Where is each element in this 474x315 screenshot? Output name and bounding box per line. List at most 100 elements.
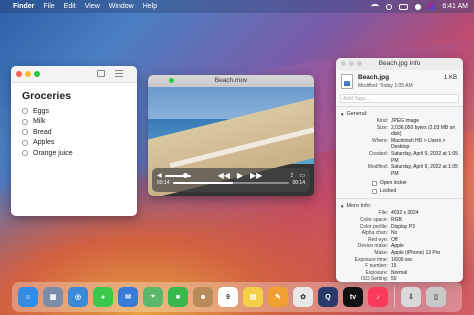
control-center-icon[interactable] — [399, 3, 409, 10]
checkbox[interactable] — [22, 108, 28, 115]
notes-toolbar — [11, 66, 137, 83]
close-button[interactable] — [341, 61, 346, 66]
fast-forward-icon[interactable]: ▶▶ — [250, 171, 262, 180]
dock-tv-icon[interactable]: tv — [343, 287, 363, 307]
minimize-button[interactable] — [349, 61, 354, 66]
item-label: Bread — [33, 128, 52, 136]
checkbox[interactable] — [372, 180, 377, 186]
checkbox[interactable] — [22, 150, 28, 157]
maximize-button[interactable] — [34, 71, 40, 77]
menu-finder[interactable]: Finder — [13, 3, 34, 10]
more-info-value: RGB — [391, 216, 402, 223]
general-info-value: disk) — [391, 131, 402, 138]
dock-quicktime-icon[interactable]: Q — [318, 287, 338, 307]
user-icon[interactable] — [415, 3, 422, 10]
seek-fill — [172, 182, 234, 184]
more-info-key: Make: — [374, 249, 388, 256]
wifi-icon[interactable] — [371, 4, 380, 9]
list-view-icon[interactable] — [115, 70, 123, 77]
close-button[interactable] — [153, 78, 158, 83]
menu-help[interactable]: Help — [143, 3, 157, 10]
item-label: Milk — [33, 118, 46, 126]
dock-trash-icon[interactable]: ▯ — [426, 287, 446, 307]
dock-maps-icon[interactable]: ⌖ — [143, 287, 163, 307]
checklist: Eggs Milk Bread Apples Orange juice — [22, 106, 137, 159]
more-info-value: No — [391, 230, 398, 237]
option-label: Open locker — [380, 180, 407, 187]
volume-slider[interactable] — [164, 172, 191, 178]
locked-option[interactable]: Locked — [372, 187, 463, 195]
more-info-section-toggle[interactable]: ▼ More Info: — [336, 199, 463, 210]
gallery-view-icon[interactable] — [97, 70, 105, 77]
info-header: Beach.jpg Modified: Today 1:05 AM 1 KB — [336, 70, 463, 93]
checkbox[interactable] — [22, 118, 28, 125]
share-icon[interactable]: ⇪ — [289, 172, 294, 179]
dock-messages-icon[interactable]: ● — [93, 287, 113, 307]
siri-icon[interactable] — [428, 3, 436, 10]
general-info-key — [340, 144, 388, 151]
list-item: Bread — [22, 127, 137, 138]
menu-window[interactable]: Window — [109, 3, 134, 10]
menu-bar: Finder File Edit View Window Help 6:41 A… — [0, 0, 474, 13]
general-info-key: Modified: — [367, 164, 388, 171]
volume-icon[interactable]: ◀ — [157, 172, 162, 179]
minimize-button[interactable] — [25, 71, 31, 77]
general-info-key: Where: — [371, 137, 388, 144]
dock-downloads-icon[interactable]: ⇩ — [401, 287, 421, 307]
dock-notes-icon[interactable]: ▤ — [243, 287, 263, 307]
menu-view[interactable]: View — [85, 3, 100, 10]
more-info-key: Color profile: — [359, 223, 388, 230]
dock-finder-icon[interactable]: ☺ — [18, 287, 38, 307]
note-title: Groceries — [22, 90, 72, 102]
dock-photos-icon[interactable]: ✿ — [293, 287, 313, 307]
option-label: Locked — [380, 188, 397, 195]
seek-bar[interactable] — [172, 182, 290, 184]
more-info-list: File: 4032 x 3024 Color space: RGB Color pro… — [336, 210, 463, 282]
minimize-button[interactable] — [161, 78, 166, 83]
rewind-icon[interactable]: ◀◀ — [218, 171, 230, 180]
general-info-key: Kind: — [376, 118, 388, 124]
dock-safari-icon[interactable]: ◎ — [68, 287, 88, 307]
general-section-toggle[interactable]: ▼ General: — [336, 107, 463, 118]
more-info-key: File: — [378, 210, 388, 217]
dock-separator — [394, 287, 395, 307]
more-info-value: Apple (iPhone) 13 Pro — [391, 249, 441, 256]
open-locker-option[interactable]: Open locker — [372, 179, 463, 187]
general-label: General: — [346, 111, 368, 117]
more-info-value: Off — [391, 236, 398, 243]
list-item: Eggs — [22, 106, 137, 117]
dock-pages-icon[interactable]: ✎ — [268, 287, 288, 307]
dock-facetime-icon[interactable]: ■ — [168, 287, 188, 307]
file-size: 1 KB — [443, 75, 457, 81]
checkbox[interactable] — [22, 139, 28, 146]
dock-calendar-icon[interactable]: 9 — [218, 287, 238, 307]
tags-field[interactable]: Add Tags... — [340, 94, 459, 103]
menu-clock[interactable]: 6:41 AM — [442, 3, 468, 10]
play-icon[interactable]: ▶ — [237, 171, 243, 180]
dock-contacts-icon[interactable]: ☻ — [193, 287, 213, 307]
maximize-button[interactable] — [169, 78, 174, 83]
dock-mail-icon[interactable]: ✉ — [118, 287, 138, 307]
checkbox[interactable] — [372, 188, 377, 194]
dock-music-icon[interactable]: ♪ — [368, 287, 388, 307]
status-area: 6:41 AM — [371, 3, 468, 10]
checkbox[interactable] — [22, 129, 28, 136]
close-button[interactable] — [16, 71, 22, 77]
list-item: Orange juice — [22, 148, 137, 159]
menu-edit[interactable]: Edit — [64, 3, 76, 10]
spotlight-search-icon[interactable] — [386, 3, 393, 10]
airplay-icon[interactable]: ▭ — [299, 172, 305, 179]
menu-file[interactable]: File — [43, 3, 54, 10]
item-label: Eggs — [33, 107, 49, 115]
video-titlebar: Beach.mov — [148, 75, 314, 87]
video-title: Beach.mov — [214, 77, 248, 84]
more-info-value: 15 — [391, 263, 397, 270]
more-info-key: Red eye: — [367, 236, 388, 243]
more-info-value: Normal — [391, 269, 408, 276]
remaining-time: 00:14 — [292, 180, 305, 186]
maximize-button[interactable] — [357, 61, 362, 66]
more-info-key: Device make: — [357, 243, 388, 250]
list-item: Apples — [22, 138, 137, 149]
elapsed-time: 00:14 — [157, 180, 170, 186]
dock-launchpad-icon[interactable]: ▦ — [43, 287, 63, 307]
